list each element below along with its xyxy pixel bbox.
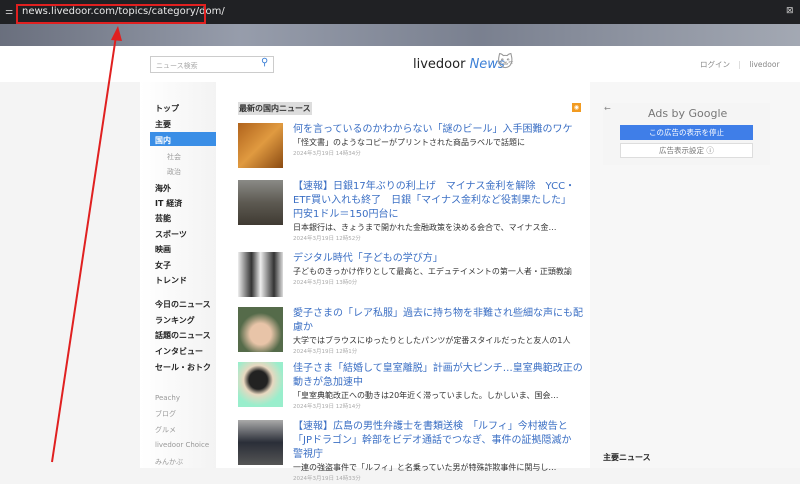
article-time: 2024年3月19日 14時33分 [293, 476, 361, 482]
annotation-arrow [51, 26, 122, 463]
